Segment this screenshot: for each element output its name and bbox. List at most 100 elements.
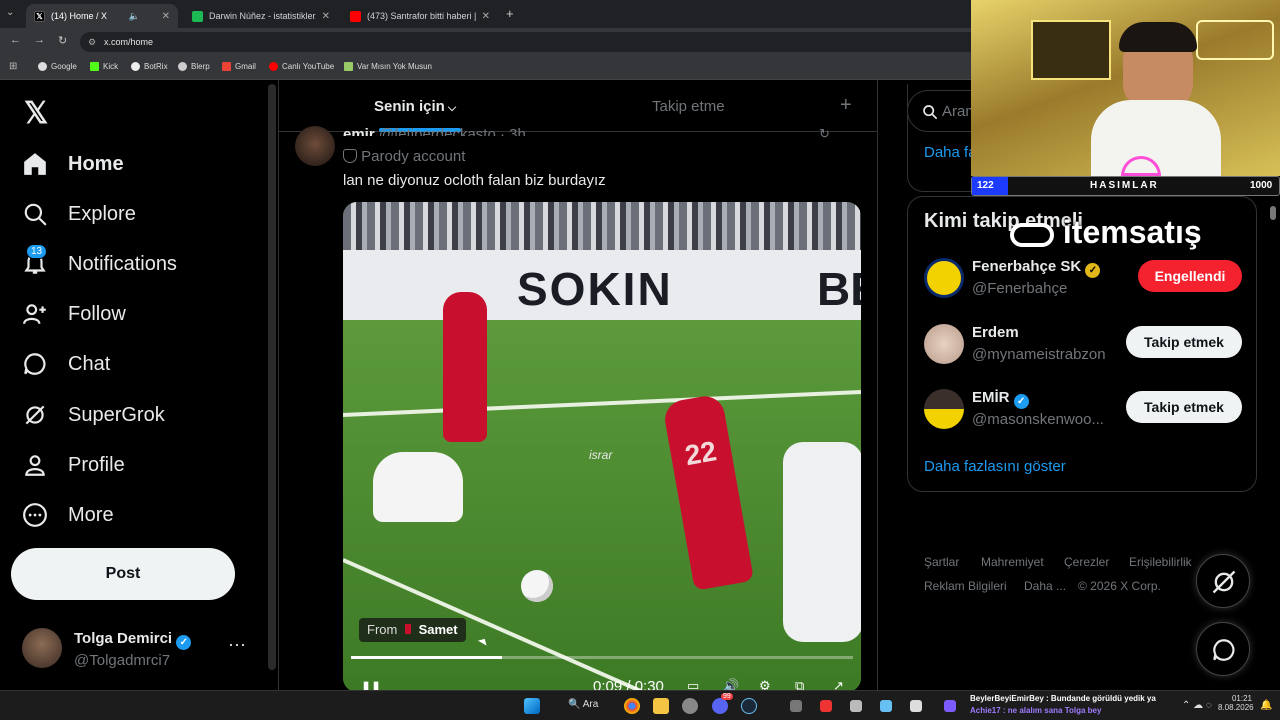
volume-icon[interactable]: 🔊 [723, 678, 739, 690]
chevron-down-icon: ⌵ [444, 102, 457, 114]
add-feed-icon[interactable]: + [840, 94, 852, 117]
reload-icon[interactable]: ↻ [58, 34, 67, 47]
home-icon [24, 153, 46, 175]
tab-for-you[interactable]: Senin için ⌵ [374, 98, 456, 115]
tab-darwin[interactable]: Darwin Núñez - istatistikler, kar ✕ [184, 4, 338, 28]
chrome-icon[interactable] [624, 698, 640, 714]
captions-icon[interactable]: ▭ [687, 678, 699, 690]
discord-icon[interactable]: 99 [712, 693, 733, 714]
wifi-volume-icon[interactable]: ⌃ ☁ ◌ [1182, 700, 1212, 711]
grok-icon [25, 405, 45, 425]
score-right: 1000 [1250, 180, 1273, 191]
hasimlar-scorebar: 122 HASIMLAR 1000 [971, 176, 1280, 196]
tray-app-icon[interactable] [880, 700, 892, 712]
show-more-link[interactable]: Daha fazlasını göster [924, 458, 1066, 475]
tab-youtube[interactable]: (473) Santrafor bitti haberi | Sü ✕ [342, 4, 498, 28]
footer-more[interactable]: Daha ... [1024, 579, 1066, 593]
tray-app-icon[interactable] [820, 700, 832, 712]
close-tab-icon[interactable]: ✕ [322, 11, 330, 22]
erdem-avatar [924, 324, 964, 364]
bookmark-botrix[interactable]: BotRix [131, 62, 168, 71]
post-author-avatar[interactable] [295, 126, 335, 166]
clock[interactable]: 01:21 8.08.2026 [1218, 694, 1254, 712]
nav-more[interactable]: More [22, 497, 114, 533]
trends-show-more[interactable]: Daha fa [924, 144, 977, 161]
footer-ads-info[interactable]: Reklam Bilgileri [924, 579, 1007, 593]
more-dots-icon[interactable]: ··· [228, 634, 246, 655]
post-button[interactable]: Post [11, 548, 235, 600]
url-field[interactable]: ⚙ x.com/home [80, 32, 980, 52]
fullscreen-icon[interactable]: ↗ [833, 678, 844, 690]
sponsor-logo-icon [1010, 222, 1054, 247]
back-icon[interactable]: ← [10, 34, 21, 46]
follow-button[interactable]: Takip etmek [1126, 326, 1242, 358]
footer-cookies[interactable]: Çerezler [1064, 555, 1109, 569]
nav-profile[interactable]: Profile [22, 447, 125, 483]
taskbar-search[interactable]: 🔍 Ara [568, 699, 598, 710]
bookmark-gmail[interactable]: Gmail [222, 62, 256, 71]
sponsor-overlay: itemsatış [1062, 214, 1202, 250]
apps-grid-icon[interactable]: ⊞ [9, 61, 17, 72]
forward-icon[interactable]: → [34, 34, 45, 46]
windows-start-icon[interactable] [524, 698, 540, 714]
close-tab-icon[interactable]: ✕ [162, 11, 170, 22]
who-to-follow-row[interactable]: Fenerbahçe SK ✓ @Fenerbahçe Engellendi [906, 256, 1242, 312]
post-video[interactable]: SOKIN BE 22 israr From Samet ❚❚ 0:09 / 0 [343, 202, 861, 690]
neon-sign [1196, 20, 1274, 60]
settings-icon[interactable]: ⚙ [759, 678, 771, 690]
left-scrollbar[interactable] [268, 84, 276, 670]
bookmark-blerp[interactable]: Blerp [178, 62, 210, 71]
tab-x-home[interactable]: 𝕏 (14) Home / X 🔈 ✕ [26, 4, 178, 28]
search-icon [24, 203, 47, 226]
file-explorer-icon[interactable] [653, 698, 669, 714]
bookmark-google[interactable]: Google [38, 62, 77, 71]
wolf-app-icon[interactable] [682, 698, 698, 714]
picture-in-picture-icon[interactable]: ⧉ [795, 678, 804, 690]
new-tab-icon[interactable]: + [506, 6, 514, 21]
nav-home[interactable]: Home [22, 146, 124, 182]
tray-app-icon[interactable] [944, 700, 956, 712]
blerp-icon [178, 62, 187, 71]
nav-supergrok[interactable]: SuperGrok [22, 397, 165, 433]
blocked-button[interactable]: Engellendi [1138, 260, 1242, 292]
nav-notifications[interactable]: Notifications 13 [22, 244, 177, 282]
from-chip[interactable]: From Samet [359, 618, 466, 642]
grok-post-icon[interactable]: ↻ [819, 126, 830, 138]
footer-terms[interactable]: Şartlar [924, 555, 959, 569]
x-logo-icon[interactable]: 𝕏 [24, 96, 48, 131]
tray-app-icon[interactable] [790, 700, 802, 712]
footer-accessibility[interactable]: Erişilebilirlik [1129, 555, 1192, 569]
bookmark-var-misin[interactable]: Var Mısın Yok Musun [344, 62, 432, 71]
notification-bell-icon[interactable]: 🔔 [1260, 700, 1272, 711]
right-scrollbar[interactable] [1270, 206, 1276, 220]
post-handle[interactable]: @fetiperdeckasto · 3h [379, 126, 526, 136]
nav-follow[interactable]: Follow [22, 296, 126, 332]
tab-following[interactable]: Takip etme [652, 98, 725, 115]
gmail-icon [222, 62, 231, 71]
shirt-number: 22 [682, 435, 719, 472]
nav-explore[interactable]: Explore [22, 196, 136, 232]
post-author-name[interactable]: emir [343, 126, 375, 136]
pause-icon[interactable]: ❚❚ [361, 680, 381, 690]
account-switcher[interactable]: Tolga Demirci ✓ @Tolgadmrci7 ··· [12, 622, 252, 676]
site-info-icon[interactable]: ⚙ [88, 32, 96, 52]
chat-floating-button[interactable] [1196, 622, 1250, 676]
bookmark-kick[interactable]: Kick [90, 62, 118, 71]
grok-floating-button[interactable] [1196, 554, 1250, 608]
bookmark-youtube[interactable]: Canlı YouTube [269, 62, 334, 71]
who-to-follow-row[interactable]: Erdem @mynameistrabzon Takip etmek [906, 322, 1242, 378]
tab-list-icon[interactable]: ⌄ [6, 7, 14, 18]
video-progress-track[interactable] [351, 656, 853, 659]
who-to-follow-row[interactable]: EMİR ✓ @masonskenwoo... Takip etmek [906, 387, 1242, 443]
close-tab-icon[interactable]: ✕ [482, 11, 490, 22]
tray-app-icon[interactable] [850, 700, 862, 712]
notification-badge: 13 [26, 244, 48, 259]
steam-icon[interactable] [741, 698, 757, 714]
follow-button[interactable]: Takip etmek [1126, 391, 1242, 423]
more-circle-icon [23, 503, 47, 527]
tray-app-icon[interactable] [910, 700, 922, 712]
footer-privacy[interactable]: Mahremiyet [981, 555, 1044, 569]
feed-tabs: Senin için ⌵ Takip etme + [279, 80, 877, 132]
nav-chat[interactable]: Chat [22, 346, 110, 382]
chat-line: BeylerBeyiEmirBey : Bundande görüldü yed… [970, 694, 1156, 703]
